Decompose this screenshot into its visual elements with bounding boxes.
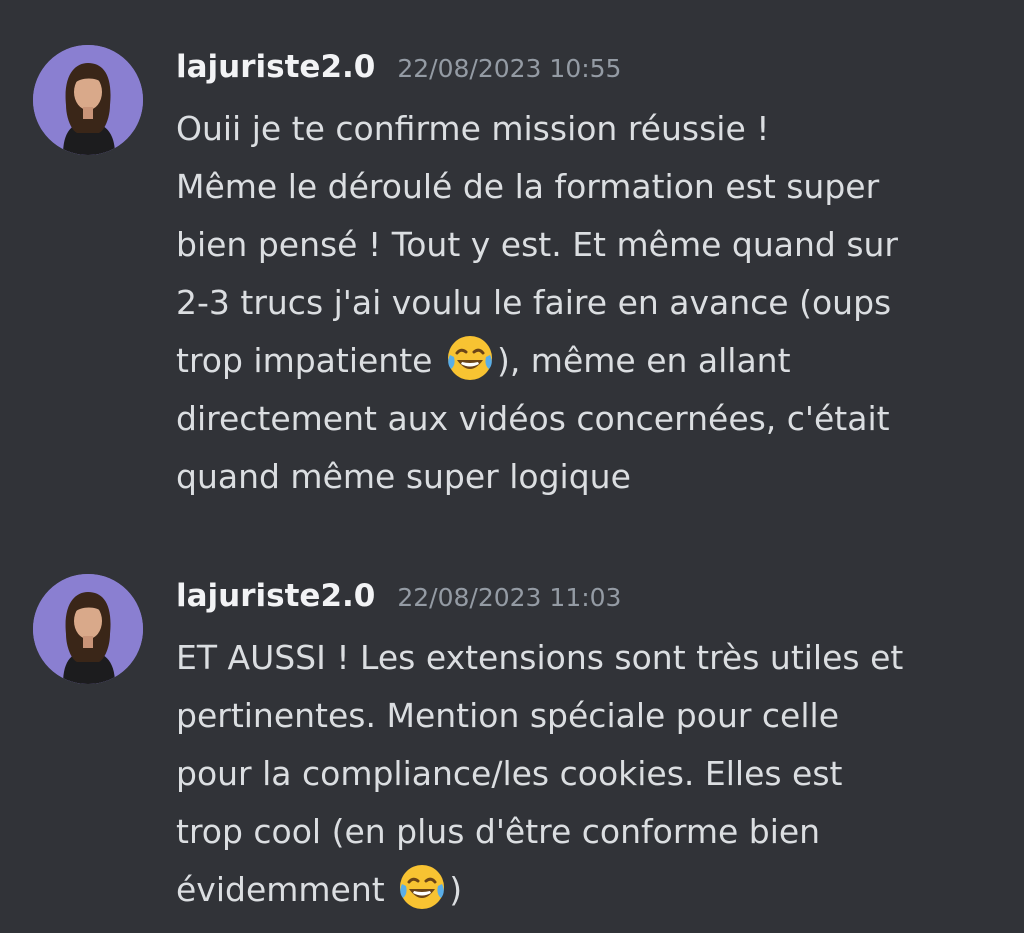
message-line: évidemment ) bbox=[176, 861, 1006, 919]
message-text: ), même en allant bbox=[496, 341, 791, 380]
timestamp[interactable]: 22/08/2023 10:55 bbox=[397, 54, 621, 83]
message-header: lajuriste2.0 22/08/2023 10:55 bbox=[176, 49, 621, 93]
message-content: Ouii je te confirme mission réussie ! Mê… bbox=[176, 100, 1006, 506]
message-line: pertinentes. Mention spéciale pour celle bbox=[176, 696, 839, 735]
message-line: Même le déroulé de la formation est supe… bbox=[176, 167, 880, 206]
message-text: évidemment bbox=[176, 870, 396, 909]
username[interactable]: lajuriste2.0 bbox=[176, 49, 375, 85]
avatar[interactable] bbox=[33, 45, 143, 155]
face-with-tears-of-joy-icon[interactable] bbox=[397, 862, 447, 912]
message-line: pour la compliance/les cookies. Elles es… bbox=[176, 754, 843, 793]
message-text: trop impatiente bbox=[176, 341, 443, 380]
timestamp[interactable]: 22/08/2023 11:03 bbox=[397, 583, 621, 612]
message-line: trop impatiente ), même en allant bbox=[176, 332, 1006, 390]
username[interactable]: lajuriste2.0 bbox=[176, 578, 375, 614]
message-line: bien pensé ! Tout y est. Et même quand s… bbox=[176, 225, 898, 264]
face-with-tears-of-joy-icon[interactable] bbox=[445, 333, 495, 383]
message-line: ET AUSSI ! Les extensions sont très util… bbox=[176, 638, 904, 677]
message-line: Ouii je te confirme mission réussie ! bbox=[176, 109, 770, 148]
message-line: 2-3 trucs j'ai voulu le faire en avance … bbox=[176, 283, 892, 322]
message-line: trop cool (en plus d'être conforme bien bbox=[176, 812, 821, 851]
message-text: ) bbox=[449, 870, 463, 909]
message-header: lajuriste2.0 22/08/2023 11:03 bbox=[176, 578, 621, 622]
message-content: ET AUSSI ! Les extensions sont très util… bbox=[176, 629, 1006, 919]
message-line: directement aux vidéos concernées, c'éta… bbox=[176, 399, 890, 438]
message-line: quand même super logique bbox=[176, 457, 631, 496]
avatar[interactable] bbox=[33, 574, 143, 684]
